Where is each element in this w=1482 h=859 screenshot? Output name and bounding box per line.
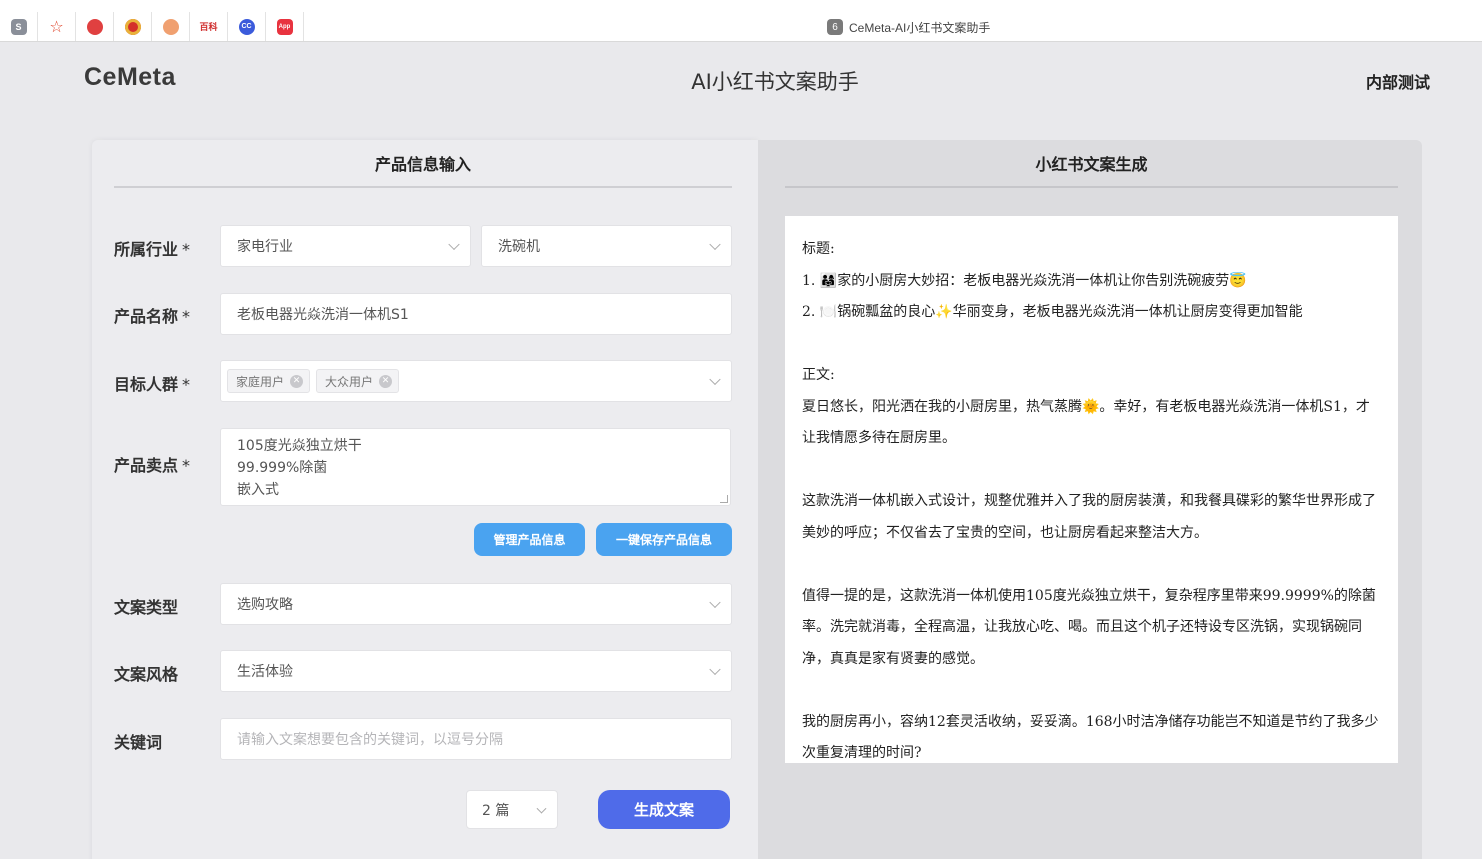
keywords-label: 关键词: [114, 733, 163, 752]
pinned-tab-orange[interactable]: [152, 12, 190, 41]
copy-type-select[interactable]: 选购攻略: [220, 583, 732, 625]
pinned-tab-red[interactable]: [76, 12, 114, 41]
selling-points-label: 产品卖点 *: [114, 456, 191, 475]
active-tab[interactable]: 6 CeMeta-AI小红书文案助手: [827, 18, 990, 36]
red-app-icon: App: [276, 18, 293, 35]
heading-label: 标题:: [802, 241, 835, 257]
body-paragraph: 这款洗消一体机嵌入式设计，规整优雅并入了我的厨房装潢，和我餐具碟彩的繁华世界形成…: [802, 493, 1376, 541]
selling-points-textarea[interactable]: 105度光焱独立烘干 99.999%除菌 嵌入式: [220, 428, 731, 506]
copy-style-label: 文案风格: [114, 665, 179, 684]
resize-handle[interactable]: [720, 495, 728, 503]
title-option-1: 1. 👨‍👩‍👧家的小厨房大妙招：老板电器光焱洗消一体机让你告别洗碗疲劳😇: [802, 272, 1247, 289]
article-count-select[interactable]: 2 篇: [466, 790, 558, 829]
industry-label: 所属行业 *: [114, 240, 191, 259]
chevron-down-icon: [709, 373, 721, 386]
tab-title: CeMeta-AI小红书文案助手: [849, 20, 991, 35]
tab-favicon: 6: [827, 19, 843, 35]
body-paragraph: 值得一提的是，这款洗消一体机使用105度光焱独立烘干，复杂程序里带来99.999…: [802, 587, 1376, 667]
close-icon[interactable]: ✕: [379, 374, 393, 388]
copy-output-title: 小红书文案生成: [785, 140, 1398, 188]
internal-test-badge: 内部测试: [1365, 73, 1430, 92]
chevron-down-icon: [709, 596, 721, 609]
body-paragraph: 我的厨房再小，容纳12套灵活收纳，妥妥滴。168小时洁净储存功能岂不知道是节约了…: [802, 713, 1379, 762]
manage-product-button[interactable]: 管理产品信息: [474, 523, 585, 556]
red-icon: [86, 18, 103, 35]
chevron-down-icon: [536, 803, 547, 814]
product-name-label: 产品名称 *: [114, 307, 191, 326]
title-option-2: 2. 🍽️锅碗瓢盆的良心✨华丽变身，老板电器光焱洗消一体机让厨房变得更加智能: [802, 304, 1303, 320]
copy-style-select[interactable]: 生活体验: [220, 650, 732, 692]
keywords-placeholder: 请输入文案想要包含的关键词，以逗号分隔: [237, 732, 503, 748]
page-title: AI小红书文案助手: [691, 70, 859, 94]
audience-tag: 大众用户 ✕: [316, 369, 400, 393]
pinned-tab-baifu[interactable]: 百科: [190, 12, 228, 41]
product-name-field[interactable]: 老板电器光焱洗消一体机S1: [220, 293, 732, 335]
keywords-input[interactable]: 请输入文案想要包含的关键词，以逗号分隔: [220, 718, 732, 760]
audience-multiselect[interactable]: 家庭用户 ✕ 大众用户 ✕: [220, 360, 732, 402]
body-paragraph: 夏日悠长，阳光洒在我的小厨房里，热气蒸腾🌞。幸好，有老板电器光焱洗消一体机S1，…: [802, 398, 1370, 447]
category-select[interactable]: 洗碗机: [481, 225, 732, 267]
pinned-tab-red-app[interactable]: App: [266, 12, 304, 41]
star-icon: ☆: [49, 17, 64, 36]
pinned-tab-star[interactable]: ☆: [38, 12, 76, 41]
sogou-icon: S: [10, 18, 27, 35]
pinned-tab-emblem[interactable]: [114, 12, 152, 41]
generated-copy[interactable]: 标题: 1. 👨‍👩‍👧家的小厨房大妙招：老板电器光焱洗消一体机让你告别洗碗疲劳…: [785, 216, 1398, 763]
chevron-down-icon: [709, 238, 721, 251]
audience-tag: 家庭用户 ✕: [227, 369, 311, 393]
product-input-title: 产品信息输入: [114, 140, 732, 188]
emblem-icon: [124, 18, 141, 35]
generate-button[interactable]: 生成文案: [598, 790, 730, 829]
baifu-icon: 百科: [199, 23, 218, 33]
chevron-down-icon: [709, 663, 721, 676]
pinned-tab-cc[interactable]: CC: [228, 12, 266, 41]
audience-label: 目标人群 *: [114, 375, 191, 394]
body-label: 正文:: [802, 367, 835, 383]
pinned-tab-sogou[interactable]: S: [0, 12, 38, 41]
save-product-button[interactable]: 一键保存产品信息: [596, 523, 732, 556]
cc-icon: CC: [238, 18, 255, 35]
browser-tab-bar: S ☆ 百科 CC App 6 CeMeta-AI小红书文案助手: [0, 0, 1482, 42]
copy-type-label: 文案类型: [114, 598, 179, 617]
pinned-tabs: S ☆ 百科 CC App: [0, 12, 304, 41]
industry-select[interactable]: 家电行业: [220, 225, 471, 267]
close-icon[interactable]: ✕: [290, 374, 304, 388]
orange-icon: [162, 18, 179, 35]
chevron-down-icon: [448, 238, 460, 251]
